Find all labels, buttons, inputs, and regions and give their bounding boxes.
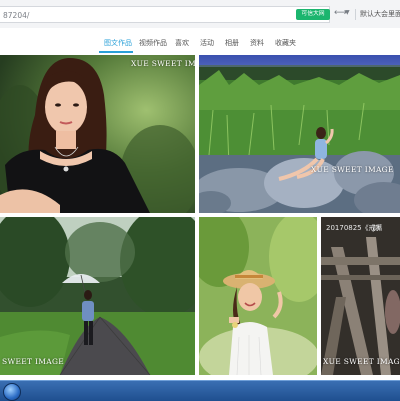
photo-card[interactable]: SWEET IMAGE	[0, 217, 195, 375]
taskbar	[0, 380, 400, 401]
tab-albums[interactable]: 相册	[225, 38, 239, 48]
url-input[interactable]: 87204/	[0, 6, 330, 23]
photo-watermark: XUE SWEET IMAGE	[323, 357, 400, 366]
tab-favorites[interactable]: 收藏夹	[275, 38, 296, 48]
security-badge[interactable]: 可信大网	[296, 9, 330, 20]
browser-address-bar: 87204/ 可信大网 ⟷ ▼ 默认大会里面拼凑	[0, 0, 400, 29]
photo-portrait-black-top	[0, 55, 195, 213]
toolbar-divider	[355, 9, 356, 20]
site-nav: 图文作品 视频作品 喜欢 活动 相册 资料 收藏夹	[0, 28, 400, 54]
photo-card[interactable]: 20170825《戒》 J嘴 XUE SWEET IMAGE	[321, 217, 400, 375]
tab-likes[interactable]: 喜欢	[175, 38, 189, 48]
photo-card[interactable]	[199, 217, 317, 375]
windows-start-icon[interactable]	[3, 383, 21, 401]
active-tab-indicator	[99, 51, 133, 53]
tab-events[interactable]: 活动	[200, 38, 214, 48]
tab-profile[interactable]: 资料	[250, 38, 264, 48]
photo-wooden-window	[321, 217, 400, 375]
photo-watermark: SWEET IMAGE	[2, 357, 65, 366]
search-input[interactable]: 默认大会里面拼凑	[360, 6, 400, 23]
photo-watermark: XUE SWEET IMAGE	[131, 59, 195, 68]
chevron-down-icon[interactable]: ▼	[345, 9, 350, 16]
photo-rocks-grass	[199, 55, 400, 213]
tab-image-works[interactable]: 图文作品	[104, 38, 132, 48]
photo-umbrella-park	[0, 217, 195, 375]
photo-card[interactable]: XUE SWEET IMAGE	[199, 55, 400, 213]
photo-watermark: XUE SWEET IMAGE	[311, 165, 394, 174]
photo-straw-hat	[199, 217, 317, 375]
photo-card[interactable]: XUE SWEET IMAGE	[0, 55, 195, 213]
photo-caption-suffix: J嘴	[373, 224, 383, 232]
tab-video-works[interactable]: 视频作品	[139, 38, 167, 48]
